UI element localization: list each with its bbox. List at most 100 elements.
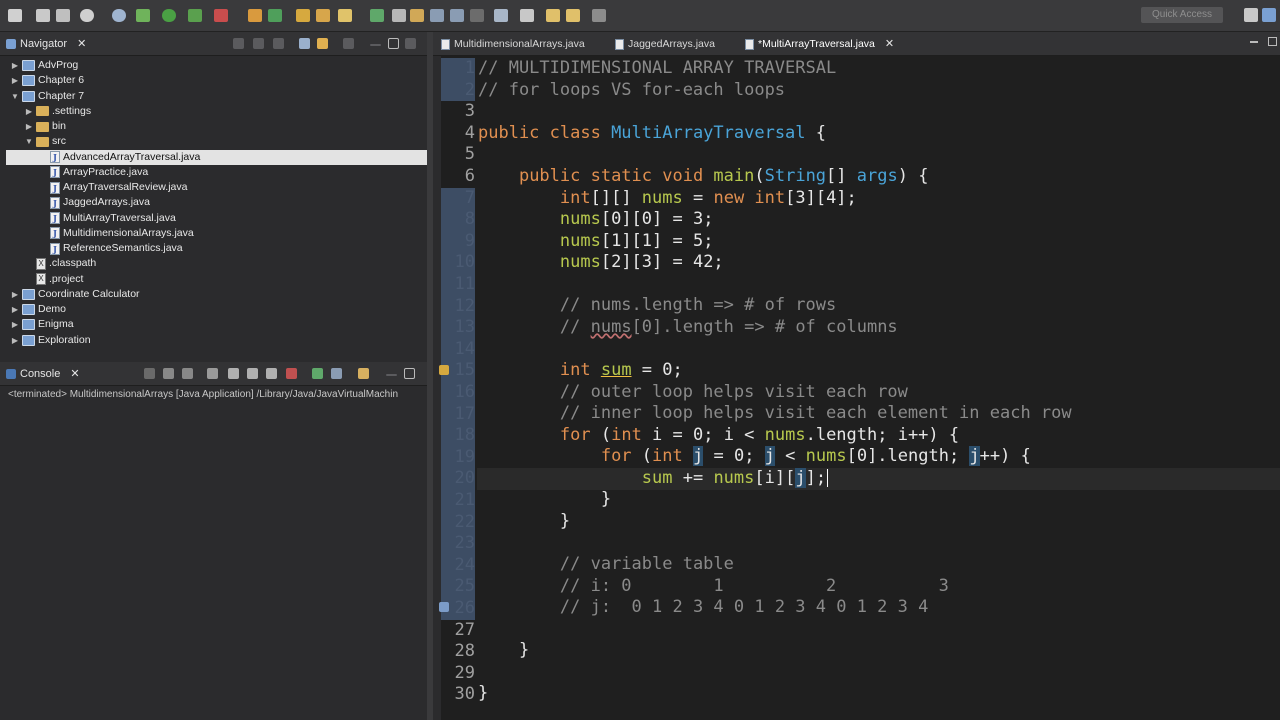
java-perspective-icon[interactable] — [1262, 8, 1276, 22]
maximize-editor-icon[interactable] — [1268, 37, 1277, 46]
code-line-18[interactable]: for (int i = 0; i < nums.length; i++) { — [478, 425, 959, 447]
tree-item[interactable]: ▶ bin — [24, 119, 66, 134]
forward-back-icon[interactable] — [566, 9, 580, 22]
save-all-icon[interactable] — [56, 9, 70, 22]
tree-item[interactable]: J ArrayPractice.java — [38, 165, 148, 180]
new-java-project-icon[interactable] — [248, 9, 262, 22]
scroll-lock-icon[interactable] — [228, 368, 239, 379]
code-editor[interactable]: 1 2 3 4 5 6 7 8 9 10 11 12 13 14 15 16 17 18 19 20 21 22 23 24 2… — [433, 56, 1280, 720]
word-wrap-icon[interactable] — [247, 368, 258, 379]
code-line-19[interactable]: for (int j = 0; j < nums[0].length; j++)… — [478, 446, 1031, 468]
tree-item[interactable]: ▶ Chapter 6 — [10, 73, 84, 88]
tree-item[interactable]: X .project — [24, 272, 83, 287]
clear-console-icon[interactable] — [207, 368, 218, 379]
code-line-26[interactable]: // j: 0 1 2 3 4 0 1 2 3 4 0 1 2 3 4 — [478, 597, 928, 619]
remove-all-icon[interactable] — [182, 368, 193, 379]
code-line-9[interactable]: nums[1][1] = 5; — [478, 231, 714, 253]
code-line-28[interactable]: } — [478, 640, 529, 662]
minimize-icon[interactable] — [386, 374, 397, 376]
last-edit-icon[interactable] — [520, 9, 534, 22]
code-line-30[interactable]: } — [478, 683, 488, 705]
editor-tab[interactable]: *MultiArrayTraversal.java ✕ — [745, 32, 894, 56]
tree-item[interactable]: ▶ Demo — [10, 302, 66, 317]
code-line-24[interactable]: // variable table — [478, 554, 734, 576]
navigator-tab[interactable]: Navigator ✕ — [6, 36, 86, 52]
code-line-15[interactable]: int sum = 0; — [478, 360, 683, 382]
forward-nav-icon[interactable] — [253, 38, 264, 49]
expand-arrow-icon[interactable]: ▶ — [10, 287, 20, 302]
collapse-arrow-icon[interactable]: ▼ — [10, 89, 20, 104]
run-icon[interactable] — [162, 9, 176, 22]
back-icon[interactable] — [546, 9, 560, 22]
annotation-icon[interactable] — [370, 9, 384, 22]
tree-item[interactable]: ▶ .settings — [24, 104, 91, 119]
editor-tab[interactable]: JaggedArrays.java — [615, 32, 715, 56]
expand-arrow-icon[interactable]: ▶ — [24, 104, 34, 119]
coverage-icon[interactable] — [188, 9, 202, 22]
minimize-editor-icon[interactable] — [1250, 41, 1258, 43]
tree-item[interactable]: ▼ src — [24, 134, 66, 149]
tree-item[interactable]: J ReferenceSemantics.java — [38, 241, 183, 256]
open-task-icon[interactable] — [410, 9, 424, 22]
expand-arrow-icon[interactable]: ▶ — [10, 302, 20, 317]
next-annotation-icon[interactable] — [450, 9, 464, 22]
new-class-icon[interactable] — [296, 9, 310, 22]
close-icon[interactable]: ✕ — [885, 32, 894, 56]
expand-arrow-icon[interactable]: ▶ — [10, 73, 20, 88]
code-line-25[interactable]: // i: 0 1 2 3 — [478, 576, 949, 598]
view-menu-icon[interactable] — [343, 38, 354, 49]
new-console-icon[interactable] — [358, 368, 369, 379]
terminate-icon[interactable] — [144, 368, 155, 379]
expand-arrow-icon[interactable]: ▶ — [10, 333, 20, 348]
code-line-16[interactable]: // outer loop helps visit each row — [478, 382, 908, 404]
tree-item[interactable]: J ArrayTraversalReview.java — [38, 180, 187, 195]
collapse-arrow-icon[interactable]: ▼ — [24, 134, 34, 149]
warning-marker-icon[interactable] — [439, 365, 449, 375]
tree-item[interactable]: ▶ AdvProg — [10, 58, 78, 73]
open-type-icon[interactable] — [316, 9, 330, 22]
tree-item[interactable]: ▼ Chapter 7 — [10, 89, 84, 104]
tree-item[interactable]: ▶ Enigma — [10, 317, 74, 332]
save-icon[interactable] — [36, 9, 50, 22]
show-whitespace-icon[interactable] — [470, 9, 484, 22]
code-line-6[interactable]: public static void main(String[] args) { — [478, 166, 928, 188]
expand-arrow-icon[interactable]: ▶ — [10, 58, 20, 73]
minimize-icon[interactable] — [370, 44, 381, 46]
tree-item[interactable]: J MultidimensionalArrays.java — [38, 226, 194, 241]
code-line-1[interactable]: // MULTIDIMENSIONAL ARRAY TRAVERSAL — [478, 58, 836, 80]
code-line-21[interactable]: } — [478, 489, 611, 511]
code-line-20[interactable]: sum += nums[i][j]; — [478, 468, 829, 490]
maximize-icon[interactable] — [404, 368, 415, 379]
tree-item[interactable]: ▶ Exploration — [10, 333, 91, 348]
debug-config-icon[interactable] — [80, 9, 94, 22]
code-line-4[interactable]: public class MultiArrayTraversal { — [478, 123, 826, 145]
restore-icon[interactable] — [405, 38, 416, 49]
code-line-8[interactable]: nums[0][0] = 3; — [478, 209, 714, 231]
display-console-icon[interactable] — [331, 368, 342, 379]
tree-item[interactable]: X .classpath — [24, 256, 96, 271]
code-line-10[interactable]: nums[2][3] = 42; — [478, 252, 724, 274]
quick-access-field[interactable]: Quick Access — [1141, 7, 1223, 23]
prev-annotation-icon[interactable] — [430, 9, 444, 22]
maximize-icon[interactable] — [388, 38, 399, 49]
new-package-icon[interactable] — [268, 9, 282, 22]
forward-icon[interactable] — [592, 9, 606, 22]
collapse-all-icon[interactable] — [299, 38, 310, 49]
toggle-mark-icon[interactable] — [392, 9, 406, 22]
tree-item[interactable]: J JaggedArrays.java — [38, 195, 150, 210]
open-perspective-icon[interactable] — [1244, 8, 1258, 22]
search-icon[interactable] — [338, 9, 352, 22]
skip-breakpoints-icon[interactable] — [112, 9, 126, 22]
code-line-22[interactable]: } — [478, 511, 570, 533]
tree-item[interactable]: ▶ Coordinate Calculator — [10, 287, 140, 302]
close-icon[interactable]: ✕ — [70, 366, 79, 382]
back-nav-icon[interactable] — [233, 38, 244, 49]
external-tools-icon[interactable] — [214, 9, 228, 22]
up-nav-icon[interactable] — [273, 38, 284, 49]
editor-tab[interactable]: MultidimensionalArrays.java — [441, 32, 585, 56]
show-on-output-icon[interactable] — [266, 368, 277, 379]
remove-launch-icon[interactable] — [163, 368, 174, 379]
expand-arrow-icon[interactable]: ▶ — [10, 317, 20, 332]
code-line-7[interactable]: int[][] nums = new int[3][4]; — [478, 188, 857, 210]
code-line-2[interactable]: // for loops VS for-each loops — [478, 80, 785, 102]
